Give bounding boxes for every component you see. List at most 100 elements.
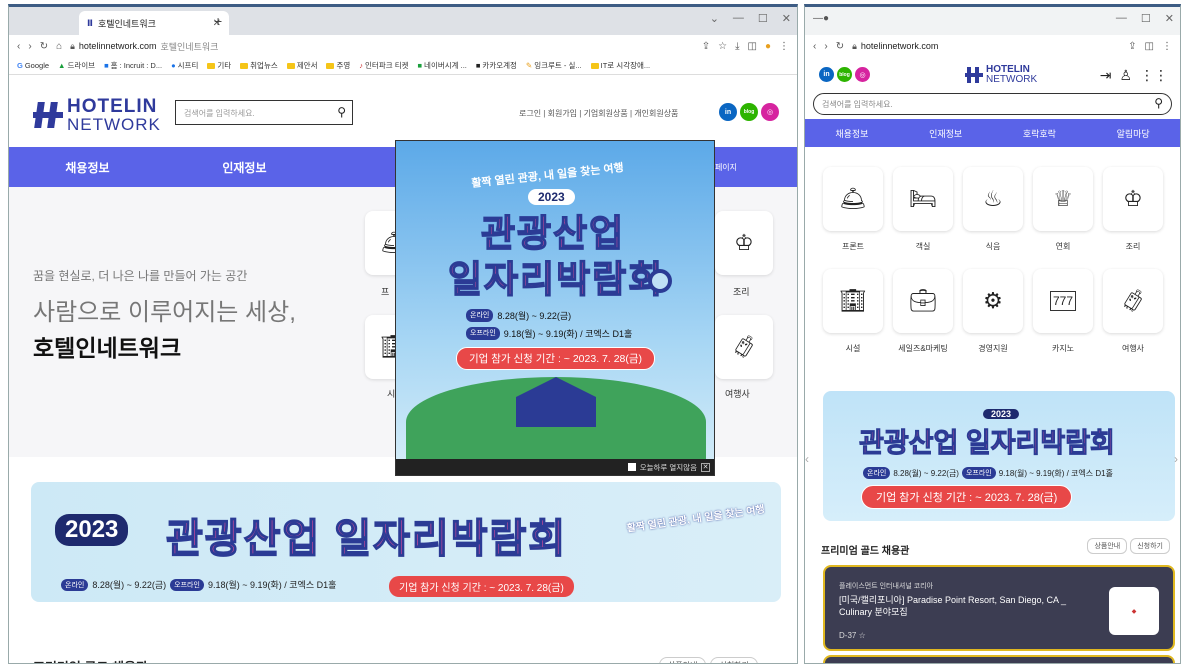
- bookmark-item[interactable]: ♪ 인터파크 티켓: [359, 60, 408, 71]
- reload-icon[interactable]: ↻: [40, 41, 48, 52]
- bookmark-folder[interactable]: 제안서: [286, 60, 317, 71]
- bookmark-item[interactable]: ■ 네이버시계 ...: [418, 60, 467, 71]
- product-info-button[interactable]: 상품안내: [659, 657, 707, 663]
- category-facility[interactable]: 🏢︎: [823, 269, 883, 333]
- bookmark-folder[interactable]: 기타: [207, 60, 231, 71]
- extensions-icon[interactable]: ◫: [748, 41, 757, 52]
- download-icon[interactable]: ⤓: [735, 41, 739, 52]
- job-fair-banner[interactable]: 2023 관광산업 일자리박람회 활짝 열린 관광, 내 일을 찾는 여행 온라…: [31, 482, 781, 602]
- premium-buttons: 상품안내 신청하기: [659, 657, 758, 663]
- extensions-icon[interactable]: ◫: [1145, 41, 1154, 52]
- minimize-button[interactable]: —: [733, 12, 744, 25]
- instagram-icon[interactable]: ◎: [855, 67, 870, 82]
- linkedin-icon[interactable]: in: [819, 67, 834, 82]
- new-tab-button[interactable]: +: [214, 13, 222, 29]
- bookmark-item[interactable]: ■ 카카오계정: [476, 60, 517, 71]
- dont-show-label: 오늘하루 열지않음: [639, 462, 697, 472]
- category-room[interactable]: 🛏︎: [893, 167, 953, 231]
- window-controls: — ☐ ✕: [1116, 12, 1174, 25]
- blog-icon[interactable]: blog: [837, 67, 852, 82]
- linkedin-icon[interactable]: in: [719, 103, 737, 121]
- dont-show-checkbox[interactable]: [627, 463, 636, 471]
- minimize-button[interactable]: —: [1116, 12, 1127, 25]
- mobile-job-fair-banner[interactable]: 2023 관광산업 일자리박람회 온라인 8.28(월) ~ 9.22(금) 오프…: [823, 391, 1175, 521]
- bookmark-item[interactable]: ✎ 잉크루트 - 실...: [526, 60, 582, 71]
- logo-mark-icon: [33, 100, 63, 130]
- category-sales[interactable]: 💼︎: [893, 269, 953, 333]
- mobile-search-input[interactable]: 검색어를 입력하세요. ⚲: [813, 93, 1172, 115]
- bookmark-star-icon[interactable]: ☆: [718, 41, 727, 52]
- category-casino[interactable]: 777: [1033, 269, 1093, 333]
- maximize-button[interactable]: ☐: [1141, 12, 1151, 25]
- home-icon[interactable]: ⌂: [56, 41, 62, 52]
- address-bar[interactable]: 🔒︎ hotelinnetwork.com 호텔인네트워크: [70, 40, 694, 53]
- bookmark-item[interactable]: G Google: [17, 61, 49, 70]
- forward-icon[interactable]: ›: [28, 41, 31, 52]
- category-banquet[interactable]: ♕: [1033, 167, 1093, 231]
- tab-hotelinnetwork[interactable]: Ⅱ 호텔인네트워크 ✕: [79, 11, 229, 35]
- bookmark-item[interactable]: ▲ 드라이브: [58, 60, 95, 71]
- job-dday: D-37 ☆: [839, 631, 866, 640]
- scroll-left-arrow[interactable]: ‹: [805, 452, 809, 466]
- user-icon[interactable]: ♙: [1119, 67, 1132, 84]
- nav-notice[interactable]: 알림마당: [1117, 127, 1150, 140]
- banner-dates: 온라인 8.28(월) ~ 9.22(금) 오프라인 9.18(월) ~ 9.1…: [61, 578, 336, 591]
- login-icon[interactable]: ⇥: [1100, 67, 1112, 84]
- share-icon[interactable]: ⇪: [1128, 41, 1136, 52]
- tab-strip-icon[interactable]: —●: [813, 13, 829, 24]
- category-travel[interactable]: 🧳︎: [1103, 269, 1163, 333]
- instagram-icon[interactable]: ◎: [761, 103, 779, 121]
- category-travel-card[interactable]: 🧳︎: [715, 315, 773, 379]
- address-bar[interactable]: 🔒︎ hotelinnetwork.com: [852, 41, 1120, 52]
- product-info-button[interactable]: 상품안내: [1087, 538, 1128, 554]
- profile-icon[interactable]: ●: [765, 41, 771, 52]
- site-search-input[interactable]: 검색어를 입력하세요. ⚲: [175, 100, 353, 125]
- nav-jobs[interactable]: 채용정보: [835, 127, 868, 140]
- close-window-button[interactable]: ✕: [782, 12, 791, 25]
- nav-horak[interactable]: 호락호락: [1023, 127, 1056, 140]
- search-icon[interactable]: ⚲: [337, 105, 346, 119]
- category-cook[interactable]: ♔: [1103, 167, 1163, 231]
- search-icon[interactable]: ⚲: [1154, 96, 1163, 110]
- premium-job-card[interactable]: 플레이스먼트 인터내셔널 코리아 [미국/캘리포니아] Paradise Poi…: [823, 565, 1175, 651]
- reload-icon[interactable]: ↻: [836, 41, 844, 52]
- menu-icon[interactable]: ⋮: [1162, 41, 1172, 52]
- bookmark-folder[interactable]: 주영: [326, 60, 350, 71]
- menu-icon[interactable]: ⋮: [779, 41, 789, 52]
- category-management[interactable]: ⚙: [963, 269, 1023, 333]
- back-icon[interactable]: ‹: [813, 41, 816, 52]
- category-label: 카지노: [1051, 344, 1075, 353]
- close-window-button[interactable]: ✕: [1165, 12, 1174, 25]
- company-logo: ◆: [1109, 587, 1159, 635]
- bookmark-item[interactable]: ■ 홈 : Incruit : D...: [104, 60, 162, 71]
- scroll-right-arrow[interactable]: ›: [1174, 452, 1178, 466]
- apply-button[interactable]: 신청하기: [1130, 538, 1170, 554]
- category-label: 여행사: [725, 389, 750, 399]
- tab-search-icon[interactable]: ⌄: [710, 12, 719, 25]
- mobile-logo[interactable]: HOTELIN NETWORK: [965, 65, 1037, 85]
- back-icon[interactable]: ‹: [17, 41, 20, 52]
- forward-icon[interactable]: ›: [824, 41, 827, 52]
- logo-mark-icon: [965, 66, 983, 84]
- site-logo[interactable]: HOTELIN NETWORK: [33, 97, 161, 133]
- blog-icon[interactable]: blog: [740, 103, 758, 121]
- apply-button[interactable]: 신청하기: [710, 657, 758, 663]
- grid-menu-icon[interactable]: ⋮⋮: [1140, 67, 1168, 84]
- bookmark-folder[interactable]: IT로 시각장애...: [590, 60, 650, 71]
- category-cook-card[interactable]: ♔: [715, 211, 773, 275]
- nav-talent[interactable]: 인재정보: [166, 159, 323, 176]
- premium-job-card[interactable]: [823, 655, 1175, 663]
- category-front[interactable]: 🛎︎: [823, 167, 883, 231]
- bookmark-folder[interactable]: 취업뉴스: [240, 60, 278, 71]
- top-links[interactable]: 로그인 | 회원가입 | 기업회원상품 | 개인회원상품: [519, 108, 678, 119]
- popup-close-icon[interactable]: ✕: [701, 462, 710, 472]
- favorite-star-icon[interactable]: ☆: [859, 631, 866, 640]
- nav-jobs[interactable]: 채용정보: [9, 159, 166, 176]
- bookmark-item[interactable]: ● 시프티: [171, 60, 198, 71]
- category-label: 시설: [845, 344, 861, 353]
- nav-talent[interactable]: 인재정보: [929, 127, 962, 140]
- job-fair-popup[interactable]: 활짝 열린 관광, 내 일을 찾는 여행 2023 관광산업 일자리박람회 온라…: [395, 140, 715, 476]
- maximize-button[interactable]: ☐: [758, 12, 768, 25]
- category-food[interactable]: ♨: [963, 167, 1023, 231]
- share-icon[interactable]: ⇪: [702, 41, 710, 52]
